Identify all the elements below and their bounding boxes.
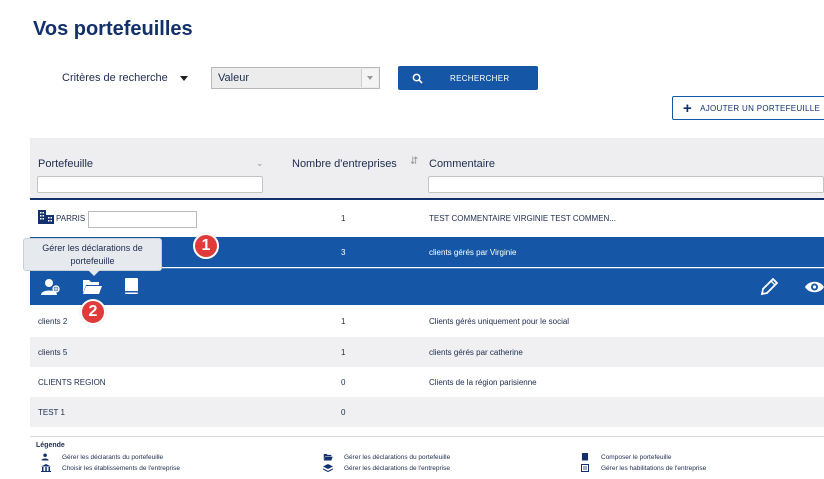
eye-icon[interactable]	[805, 278, 824, 301]
step-badge-2: 2	[80, 299, 106, 325]
portfolio-comment: clients gérés par Virginie	[429, 248, 517, 257]
search-button-label: RECHERCHER	[450, 73, 510, 83]
search-value-select[interactable]: Valeur	[211, 67, 380, 89]
legend-label: Gérer les déclarants du portefeuille	[62, 453, 164, 461]
legend-label: Gérer les déclarations de l'entreprise	[344, 464, 451, 472]
legend-label: Gérer les déclarations du portefeuille	[344, 453, 451, 461]
search-criteria-label: Critères de recherche	[62, 72, 168, 84]
chevron-down-icon[interactable]: ⌄	[256, 158, 264, 169]
bank-icon	[40, 464, 52, 472]
search-icon	[398, 73, 436, 84]
column-header-portfolio[interactable]: Portefeuille	[38, 158, 93, 170]
portfolio-filter-input[interactable]	[37, 176, 263, 193]
portfolio-comment: Clients gérés uniquement pour le social	[429, 317, 570, 326]
legend: Légende Gérer les déclarants du portefeu…	[30, 436, 824, 479]
column-header-company-count[interactable]: Nombre d'entreprises	[292, 158, 397, 170]
company-count: 1	[341, 317, 346, 326]
page-title: Vos portefeuilles	[33, 18, 193, 40]
chevron-down-icon	[361, 69, 378, 87]
legend-label: Choisir les établissements de l'entrepri…	[62, 464, 180, 472]
add-portfolio-label: AJOUTER UN PORTEFEUILLE	[700, 103, 821, 113]
table-header: Portefeuille ⌄ Nombre d'entreprises ⇵ Co…	[30, 138, 824, 200]
company-count: 1	[341, 214, 346, 223]
company-count: 1	[341, 348, 346, 357]
portfolio-comment: TEST COMMENTAIRE VIRGINIE TEST COMMEN...	[429, 214, 616, 223]
search-button[interactable]: RECHERCHER	[398, 66, 538, 90]
portfolio-name: PARRIS	[56, 214, 86, 223]
legend-title: Légende	[36, 442, 65, 449]
legend-item: Gérer les déclarations du portefeuille	[322, 453, 450, 461]
search-criteria-select[interactable]: Critères de recherche	[52, 68, 197, 88]
legend-item: Composer le portefeuille	[579, 453, 671, 461]
user-manage-icon	[40, 453, 52, 461]
folder-icon	[322, 453, 334, 461]
book-icon[interactable]	[124, 278, 139, 300]
tooltip: Gérer les déclarations de portefeuille	[23, 238, 162, 276]
company-count: 0	[341, 408, 346, 417]
sort-icon[interactable]: ⇵	[410, 156, 418, 167]
search-value-label: Valeur	[218, 72, 249, 84]
list-icon	[579, 464, 591, 472]
row-action-bar	[30, 268, 824, 305]
portfolio-comment: Clients de la région parisienne	[429, 378, 537, 387]
table-row[interactable]: PARRIS 1 TEST COMMENTAIRE VIRGINIE TEST …	[30, 203, 824, 233]
building-icon	[38, 210, 54, 226]
layers-icon	[322, 464, 334, 472]
portfolio-comment: clients gérés par catherine	[429, 348, 523, 357]
table-row[interactable]: CLIENTS REGION 0 Clients de la région pa…	[30, 367, 824, 397]
book-icon	[579, 453, 591, 461]
user-manage-icon[interactable]	[41, 278, 61, 301]
tooltip-line: Gérer les déclarations de	[42, 243, 143, 253]
company-count: 0	[341, 378, 346, 387]
legend-item: Choisir les établissements de l'entrepri…	[40, 464, 180, 472]
column-header-comment[interactable]: Commentaire	[429, 158, 495, 170]
company-count: 3	[341, 248, 346, 257]
add-portfolio-button[interactable]: + AJOUTER UN PORTEFEUILLE	[672, 96, 824, 120]
folder-icon[interactable]	[82, 278, 102, 300]
pencil-icon[interactable]	[760, 277, 779, 301]
portfolio-name: clients 2	[38, 317, 68, 326]
portfolio-name: TEST 1	[38, 408, 65, 417]
tooltip-line: portefeuille	[70, 256, 115, 266]
table-row[interactable]: clients 5 1 clients gérés par catherine	[30, 337, 824, 367]
portfolio-name: clients 5	[38, 348, 68, 357]
portfolio-name: CLIENTS REGION	[38, 378, 106, 387]
comment-filter-input[interactable]	[428, 176, 824, 193]
plus-icon: +	[683, 99, 693, 117]
legend-item: Gérer les déclarations de l'entreprise	[322, 464, 450, 472]
legend-label: Gérer les habilitations de l'entreprise	[601, 464, 707, 472]
legend-item: Gérer les habilitations de l'entreprise	[579, 464, 706, 472]
step-badge-1: 1	[193, 233, 219, 259]
chevron-down-icon	[180, 76, 188, 81]
table-row[interactable]: clients 2 1 Clients gérés uniquement pou…	[30, 306, 824, 336]
portfolio-name-input[interactable]	[88, 211, 197, 228]
legend-label: Composer le portefeuille	[601, 453, 672, 461]
legend-item: Gérer les déclarants du portefeuille	[40, 453, 163, 461]
table-row[interactable]: TEST 1 0	[30, 397, 824, 427]
